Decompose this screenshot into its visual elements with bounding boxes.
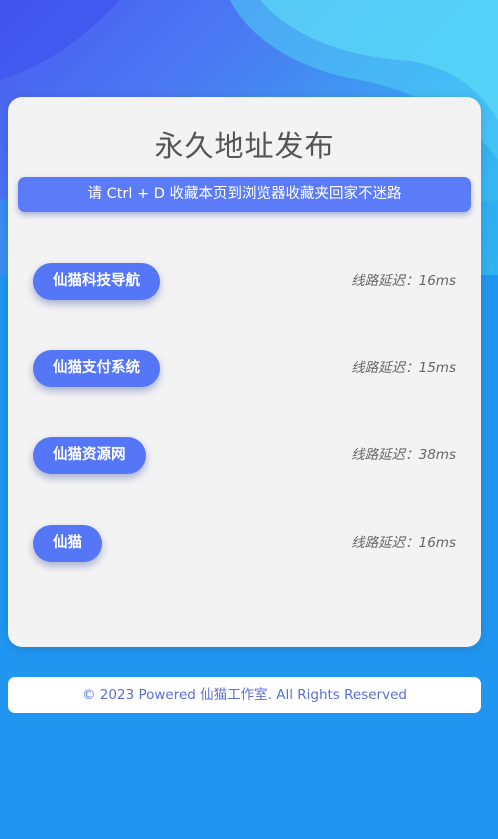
- route-latency: 线路延迟：38ms: [351, 447, 456, 463]
- route-link-button[interactable]: 仙猫资源网: [33, 437, 146, 474]
- route-link-button[interactable]: 仙猫支付系统: [33, 350, 160, 387]
- route-row: 仙猫资源网 线路延迟：38ms: [33, 437, 456, 474]
- route-link-button[interactable]: 仙猫: [33, 525, 102, 562]
- route-latency: 线路延迟：16ms: [351, 535, 456, 551]
- bookmark-notice: 请 Ctrl + D 收藏本页到浏览器收藏夹回家不迷路: [18, 177, 471, 212]
- copyright-footer: © 2023 Powered 仙猫工作室. All Rights Reserve…: [8, 677, 481, 713]
- route-latency: 线路延迟：16ms: [351, 273, 456, 289]
- route-row: 仙猫科技导航 线路延迟：16ms: [33, 263, 456, 300]
- route-latency: 线路延迟：15ms: [351, 360, 456, 376]
- page-title: 永久地址发布: [154, 129, 335, 163]
- route-link-button[interactable]: 仙猫科技导航: [33, 263, 160, 300]
- main-card: 永久地址发布 请 Ctrl + D 收藏本页到浏览器收藏夹回家不迷路 仙猫科技导…: [8, 97, 481, 647]
- route-row: 仙猫支付系统 线路延迟：15ms: [33, 350, 456, 387]
- route-row: 仙猫 线路延迟：16ms: [33, 525, 456, 562]
